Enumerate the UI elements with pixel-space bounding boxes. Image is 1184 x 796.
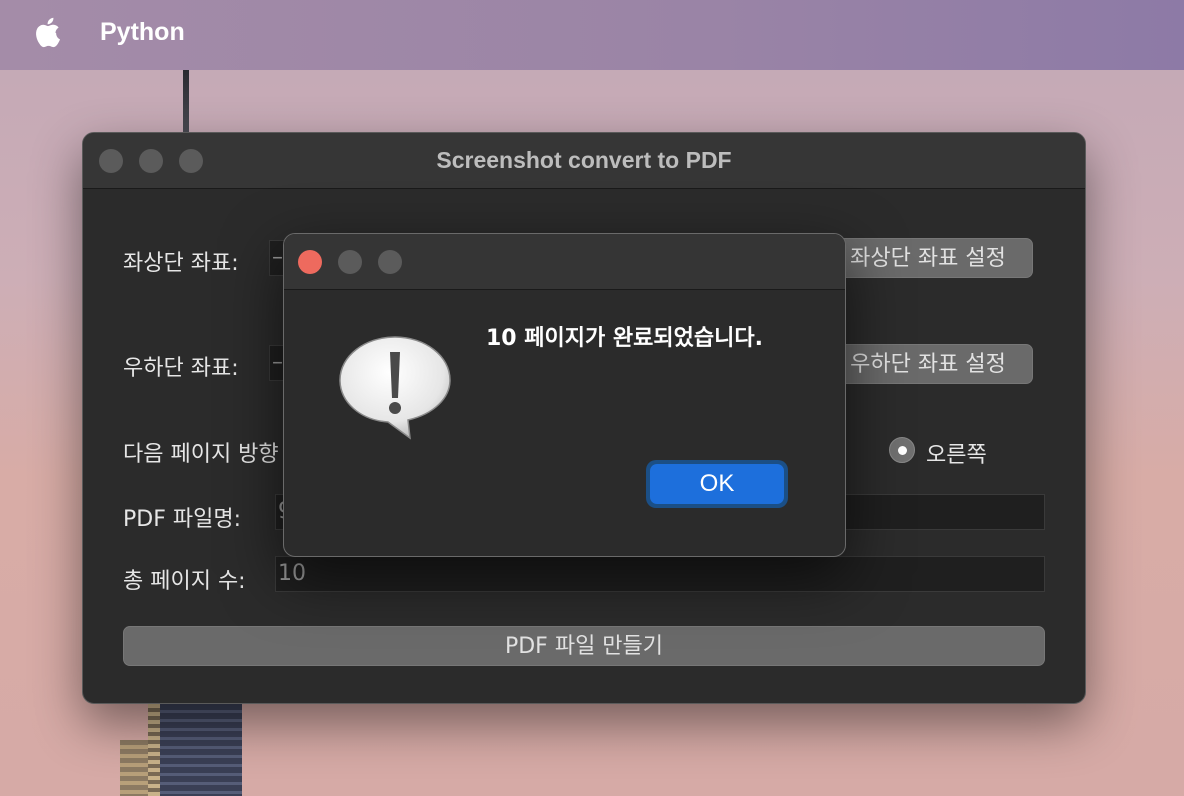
direction-right-radio[interactable] <box>889 437 915 463</box>
close-alert-icon[interactable] <box>298 250 322 274</box>
pdf-filename-label: PDF 파일명: <box>123 507 241 532</box>
next-page-direction-label: 다음 페이지 방향 <box>123 442 279 467</box>
background-spire <box>183 70 189 132</box>
apple-logo-icon[interactable] <box>34 16 60 48</box>
warning-speech-bubble-icon <box>339 336 451 440</box>
menu-bar: Python <box>0 0 1184 70</box>
top-left-coord-label: 좌상단 좌표: <box>123 251 239 276</box>
app-name[interactable]: Python <box>100 18 185 47</box>
radio-selected-dot <box>898 446 907 455</box>
alert-titlebar <box>284 234 845 290</box>
ok-button[interactable]: OK <box>646 460 788 508</box>
set-top-left-button[interactable]: 좌상단 좌표 설정 <box>823 238 1033 278</box>
window-title: Screenshot convert to PDF <box>436 147 732 173</box>
completion-alert-dialog: 10 페이지가 완료되었습니다. OK <box>283 233 846 557</box>
zoom-alert-icon <box>378 250 402 274</box>
ok-button-label[interactable]: OK <box>650 464 784 504</box>
bottom-right-coord-label: 우하단 좌표: <box>123 356 239 381</box>
direction-right-label[interactable]: 오른쪽 <box>926 437 987 469</box>
set-bottom-right-button[interactable]: 우하단 좌표 설정 <box>823 344 1033 384</box>
make-pdf-button[interactable]: PDF 파일 만들기 <box>123 626 1045 666</box>
total-pages-input[interactable]: 10 <box>275 556 1045 592</box>
window-titlebar: Screenshot convert to PDF <box>83 133 1085 189</box>
background-tower <box>160 704 242 796</box>
alert-message: 10 페이지가 완료되었습니다. <box>486 326 763 351</box>
minimize-alert-icon <box>338 250 362 274</box>
total-pages-label: 총 페이지 수: <box>123 569 246 594</box>
